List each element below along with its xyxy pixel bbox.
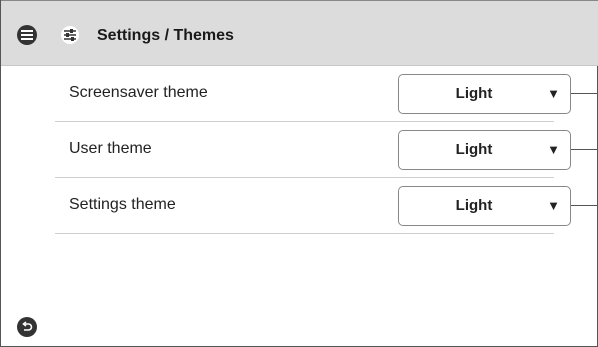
back-icon[interactable]: [17, 317, 37, 337]
setting-row-user-theme: User theme Light ▼: [55, 122, 598, 178]
settings-theme-select[interactable]: Light ▼: [398, 186, 571, 226]
menu-icon[interactable]: [17, 25, 37, 45]
connector-line: [571, 149, 598, 150]
select-value: Light: [455, 85, 493, 102]
dropdown-arrow-icon: ▼: [547, 198, 560, 213]
connector-line: [571, 205, 598, 206]
setting-label: Settings theme: [69, 196, 176, 213]
page-title: Settings / Themes: [97, 27, 234, 44]
sliders-icon-glyph: [64, 29, 76, 41]
dropdown-arrow-icon: ▼: [547, 142, 560, 157]
sliders-icon: [61, 26, 79, 44]
setting-row-settings-theme: Settings theme Light ▼: [55, 178, 598, 234]
header-bar: Settings / Themes: [1, 0, 598, 66]
settings-window: Settings / Themes Screensaver theme Ligh…: [0, 0, 598, 347]
select-value: Light: [455, 197, 493, 214]
user-theme-select[interactable]: Light ▼: [398, 130, 571, 170]
setting-label: User theme: [69, 140, 152, 157]
dropdown-arrow-icon: ▼: [547, 86, 560, 101]
screensaver-theme-select[interactable]: Light ▼: [398, 74, 571, 114]
setting-row-screensaver-theme: Screensaver theme Light ▼: [55, 66, 598, 122]
connector-line: [571, 93, 598, 94]
setting-label: Screensaver theme: [69, 84, 208, 101]
back-icon-glyph: [22, 321, 33, 331]
menu-icon-glyph: [21, 30, 33, 40]
select-value: Light: [455, 141, 493, 158]
